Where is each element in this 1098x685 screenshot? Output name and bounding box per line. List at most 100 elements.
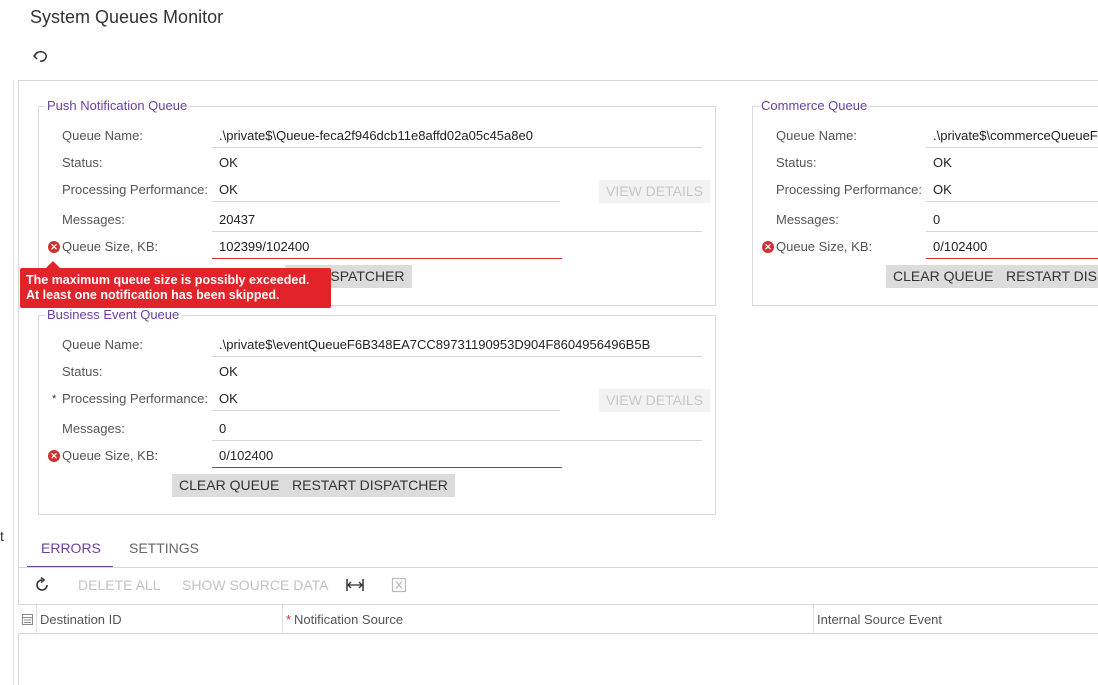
commerce-clear-queue-button[interactable]: CLEAR QUEUE xyxy=(886,265,1001,288)
messages-label: Messages: xyxy=(62,212,125,227)
show-source-data-button[interactable]: SHOW SOURCE DATA xyxy=(182,577,329,593)
column-separator[interactable] xyxy=(282,605,283,634)
commerce-messages-row: Messages: 0 xyxy=(753,208,1098,232)
commerce-queue-size-row: ✕ Queue Size, KB: 0/102400 xyxy=(753,235,1098,259)
column-separator[interactable] xyxy=(813,605,814,634)
commerce-restart-dispatcher-button[interactable]: RESTART DISP xyxy=(999,265,1098,288)
fit-width-icon xyxy=(346,579,364,591)
queue-size-label: Queue Size, KB: xyxy=(62,239,159,254)
push-queue-legend: Push Notification Queue xyxy=(45,98,190,113)
tooltip-line-1: The maximum queue size is possibly excee… xyxy=(26,273,310,287)
status-label: Status: xyxy=(776,155,817,170)
left-divider xyxy=(13,80,14,685)
error-icon: ✕ xyxy=(48,241,60,253)
business-queue-size-row: ✕ Queue Size, KB: 0/102400 xyxy=(39,444,717,468)
processing-performance-label: Processing Performance: xyxy=(62,391,208,406)
business-status-row: Status: OK xyxy=(39,360,717,384)
tooltip-arrow xyxy=(46,261,60,268)
commerce-queue-panel: Commerce Queue Queue Name: .\private$\co… xyxy=(752,98,1098,306)
commerce-queue-name-row: Queue Name: .\private$\commerceQueueF xyxy=(753,124,1098,148)
messages-value: 0 xyxy=(219,421,227,436)
undo-icon xyxy=(32,51,47,62)
table-settings-icon xyxy=(22,614,33,625)
queue-name-value: .\private$\commerceQueueF xyxy=(933,128,1098,143)
business-queue-legend: Business Event Queue xyxy=(45,307,182,322)
business-view-details-button[interactable]: VIEW DETAILS xyxy=(599,389,710,412)
messages-label: Messages: xyxy=(776,212,839,227)
push-messages-row: Messages: 20437 xyxy=(39,208,717,232)
column-notification-source[interactable]: Notification Source xyxy=(294,612,403,627)
messages-value: 0 xyxy=(933,212,941,227)
status-value: OK xyxy=(933,155,952,170)
tab-settings[interactable]: SETTINGS xyxy=(129,540,199,556)
page-title: System Queues Monitor xyxy=(30,7,224,27)
error-icon: ✕ xyxy=(762,241,774,253)
messages-value: 20437 xyxy=(219,212,256,227)
field-underline xyxy=(212,231,702,232)
business-event-queue-panel: Business Event Queue Queue Name: .\priva… xyxy=(38,307,717,515)
side-panel-fragment: t xyxy=(0,528,4,544)
business-messages-row: Messages: 0 xyxy=(39,417,717,441)
queue-size-value: 0/102400 xyxy=(219,448,274,463)
column-internal-source-event[interactable]: Internal Source Event xyxy=(817,612,942,627)
messages-label: Messages: xyxy=(62,421,125,436)
tab-errors[interactable]: ERRORS xyxy=(41,540,101,556)
field-underline-error xyxy=(926,258,1098,259)
processing-performance-label: Processing Performance: xyxy=(62,182,208,197)
refresh-icon xyxy=(36,576,48,591)
commerce-status-row: Status: OK xyxy=(753,151,1098,175)
field-underline xyxy=(212,356,702,357)
status-value: OK xyxy=(219,155,238,170)
processing-performance-value: OK xyxy=(219,391,238,406)
field-underline xyxy=(926,231,1098,232)
queue-size-label: Queue Size, KB: xyxy=(776,239,873,254)
queue-name-label: Queue Name: xyxy=(62,128,143,143)
field-underline xyxy=(212,201,560,202)
push-queue-size-row: ✕ Queue Size, KB: 102399/102400 xyxy=(39,235,717,259)
queue-size-label: Queue Size, KB: xyxy=(62,448,159,463)
header-divider xyxy=(18,80,1098,81)
queue-size-value: 102399/102400 xyxy=(219,239,310,254)
export-excel-button[interactable] xyxy=(391,577,407,593)
errors-grid-header: Destination ID * Notification Source Int… xyxy=(18,604,1098,634)
push-status-row: Status: OK xyxy=(39,151,717,175)
column-separator xyxy=(36,605,37,634)
queue-name-label: Queue Name: xyxy=(776,128,857,143)
commerce-performance-row: Processing Performance: OK xyxy=(753,178,1098,202)
queue-name-value: .\private$\Queue-feca2f946dcb11e8affd02a… xyxy=(219,128,533,143)
page: t System Queues Monitor Push Notificatio… xyxy=(0,0,1098,685)
status-value: OK xyxy=(219,364,238,379)
queue-name-value: .\private$\eventQueueF6B348EA7CC89731190… xyxy=(219,337,651,352)
column-destination-id[interactable]: Destination ID xyxy=(40,612,122,627)
push-queue-name-row: Queue Name: .\private$\Queue-feca2f946dc… xyxy=(39,124,717,148)
tab-divider xyxy=(18,567,1098,568)
field-underline-error xyxy=(212,467,562,468)
required-mark: * xyxy=(286,612,292,627)
field-underline xyxy=(212,410,560,411)
error-tooltip: The maximum queue size is possibly excee… xyxy=(20,261,331,308)
business-restart-dispatcher-button[interactable]: RESTART DISPATCHER xyxy=(285,474,455,497)
field-underline xyxy=(212,147,702,148)
tooltip-line-2: At least one notification has been skipp… xyxy=(26,288,280,302)
processing-performance-value: OK xyxy=(933,182,952,197)
field-underline-error xyxy=(212,258,562,259)
error-icon: ✕ xyxy=(48,450,60,462)
refresh-button[interactable] xyxy=(33,576,51,594)
business-clear-queue-button[interactable]: CLEAR QUEUE xyxy=(172,474,287,497)
processing-performance-label: Processing Performance: xyxy=(776,182,922,197)
delete-all-button[interactable]: DELETE ALL xyxy=(78,577,161,593)
status-label: Status: xyxy=(62,364,103,379)
field-underline xyxy=(212,440,702,441)
undo-button[interactable] xyxy=(31,46,51,66)
commerce-queue-legend: Commerce Queue xyxy=(759,98,870,113)
field-underline xyxy=(926,201,1098,202)
required-star: * xyxy=(52,393,57,405)
business-queue-name-row: Queue Name: .\private$\eventQueueF6B348E… xyxy=(39,333,717,357)
field-underline xyxy=(926,147,1098,148)
excel-icon xyxy=(391,577,407,593)
push-view-details-button[interactable]: VIEW DETAILS xyxy=(599,180,710,203)
status-label: Status: xyxy=(62,155,103,170)
column-config-icon[interactable] xyxy=(22,613,33,625)
fit-to-screen-button[interactable] xyxy=(345,577,365,593)
processing-performance-value: OK xyxy=(219,182,238,197)
